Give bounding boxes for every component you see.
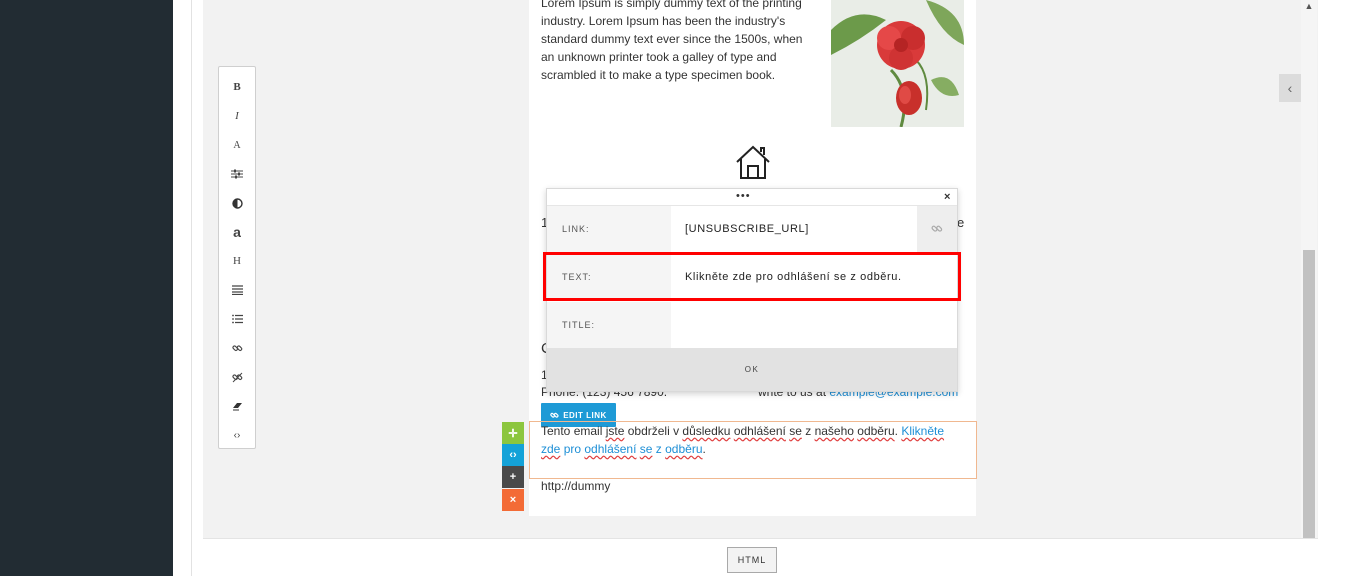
code-icon: ‹›: [233, 429, 241, 441]
collapse-panel-button[interactable]: ‹: [1279, 74, 1301, 102]
unsub-word: obdrželi v: [624, 424, 683, 438]
unlink-icon: [231, 372, 242, 382]
lorem-paragraph[interactable]: Lorem Ipsum is simply dummy text of the …: [541, 0, 811, 84]
link-edit-modal: ••• × LINK: [UNSUBSCRIBE_URL] TEXT: Klik…: [546, 188, 958, 392]
italic-button[interactable]: I: [219, 106, 255, 126]
text-input[interactable]: Klikněte zde pro odhlášení se z odběru.: [671, 254, 957, 300]
flower-photo: [831, 0, 964, 127]
unsub-link-word: odhlášení: [584, 442, 637, 456]
unsub-word: důsledku: [682, 424, 731, 438]
unsub-link-word: pro: [560, 442, 585, 456]
title-input[interactable]: [671, 302, 957, 348]
unsub-word: .: [702, 442, 706, 456]
unsub-word: Tento email: [541, 424, 606, 438]
formatting-toolbar: B I A a H ‹›: [218, 66, 256, 449]
heading-button[interactable]: H: [219, 251, 255, 271]
sliders-icon: [231, 169, 243, 179]
unsub-word: z: [801, 424, 815, 438]
align-icon: [231, 285, 243, 295]
delete-block-button[interactable]: ×: [502, 489, 524, 511]
html-view-button[interactable]: HTML: [727, 547, 777, 573]
link-icon: [931, 225, 943, 232]
chevron-left-icon: ‹: [1287, 80, 1293, 96]
title-label: TITLE:: [547, 302, 671, 348]
code-icon: ‹›: [509, 449, 517, 461]
unsub-word: odhlášení: [733, 424, 786, 438]
list-button[interactable]: [219, 309, 255, 329]
unsub-link-word: Klikněte: [901, 424, 945, 438]
close-icon: ×: [509, 494, 517, 506]
scrollbar-thumb[interactable]: [1303, 250, 1315, 565]
unlink-button[interactable]: [219, 367, 255, 387]
edit-link-label: EDIT LINK: [563, 410, 607, 420]
unsub-link-word: zde: [541, 442, 561, 456]
font-button[interactable]: A: [219, 135, 255, 155]
align-button[interactable]: [219, 280, 255, 300]
hidden-text-fragment: e: [957, 215, 965, 230]
home-icon: [736, 145, 770, 179]
font-size-button[interactable]: a: [219, 222, 255, 242]
close-icon[interactable]: ×: [944, 191, 950, 203]
link-input[interactable]: [UNSUBSCRIBE_URL]: [671, 206, 917, 252]
move-icon: ✛: [508, 427, 518, 440]
scroll-up-arrow-icon[interactable]: ▲: [1303, 0, 1315, 12]
link-button[interactable]: [219, 338, 255, 358]
clear-format-button[interactable]: [219, 396, 255, 416]
plus-icon: +: [509, 471, 517, 483]
unsub-link-word: se: [639, 442, 653, 456]
contrast-icon: [231, 197, 243, 209]
eraser-icon: [232, 402, 242, 410]
text-label: TEXT:: [547, 254, 671, 300]
unsubscribe-paragraph[interactable]: Tento email jste obdrželi v důsledku odh…: [541, 422, 961, 458]
link-picker-button[interactable]: [917, 206, 957, 252]
unsub-link-word: odběru: [665, 442, 703, 456]
link-label: LINK:: [547, 206, 671, 252]
list-icon: [231, 314, 243, 324]
unsub-word: odběru: [857, 424, 895, 438]
editor-divider: [191, 0, 192, 576]
modal-drag-handle[interactable]: ••• ×: [547, 189, 957, 206]
unsub-word: jste: [605, 424, 625, 438]
link-icon: [550, 412, 559, 418]
link-icon: [231, 344, 242, 351]
edit-code-button[interactable]: ‹›: [502, 444, 524, 466]
color-button[interactable]: [219, 193, 255, 213]
unsub-word: našeho: [814, 424, 854, 438]
move-block-button[interactable]: ✛: [502, 422, 524, 444]
bold-button[interactable]: B: [219, 77, 255, 97]
drag-dots-icon[interactable]: •••: [736, 190, 751, 202]
left-panel: [0, 0, 173, 576]
style-button[interactable]: [219, 164, 255, 184]
unsub-word: se: [789, 424, 802, 438]
unsub-link-word: z: [652, 442, 666, 456]
flower-image[interactable]: [831, 0, 964, 127]
dummy-url-text: http://dummy: [541, 479, 611, 493]
source-code-button[interactable]: ‹›: [219, 425, 255, 445]
add-block-button[interactable]: +: [502, 466, 524, 488]
ok-button[interactable]: OK: [547, 348, 957, 391]
